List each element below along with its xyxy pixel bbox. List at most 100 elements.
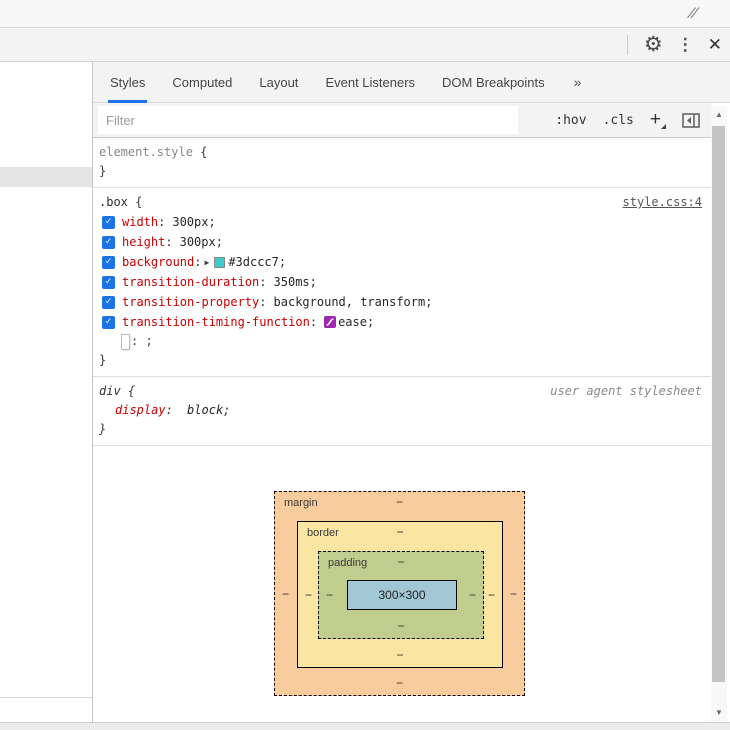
css-property-row-width[interactable]: ✓ width: 300px; bbox=[99, 212, 706, 232]
devtools-panel: Styles Computed Layout Event Listeners D… bbox=[92, 62, 730, 722]
margin-label: margin bbox=[284, 497, 318, 509]
padding-top-value[interactable]: − bbox=[397, 555, 404, 569]
margin-top-value[interactable]: − bbox=[396, 495, 403, 509]
property-value[interactable]: #3dccc7 bbox=[228, 253, 279, 272]
checkmark-icon: ✓ bbox=[105, 256, 112, 267]
margin-left-value[interactable]: − bbox=[282, 587, 289, 601]
resize-handle-icon[interactable]: ⁄⁄ bbox=[689, 5, 714, 23]
more-options-icon[interactable]: ⋮ bbox=[677, 35, 694, 55]
property-value[interactable]: 300px bbox=[180, 233, 216, 252]
property-name[interactable]: transition-timing-function bbox=[122, 313, 310, 332]
property-checkbox[interactable]: ✓ bbox=[102, 235, 115, 249]
checkmark-icon: ✓ bbox=[105, 276, 112, 287]
close-devtools-icon[interactable]: ✕ bbox=[708, 35, 722, 55]
border-label: border bbox=[307, 527, 339, 539]
property-checkbox[interactable]: ✓ bbox=[102, 295, 115, 309]
border-bottom-value[interactable]: − bbox=[396, 648, 403, 662]
scroll-up-arrow-icon[interactable]: ▲ bbox=[711, 106, 727, 122]
new-style-rule-button[interactable]: + bbox=[650, 109, 667, 131]
expand-arrow-icon[interactable]: ▶ bbox=[204, 253, 209, 272]
css-property-row-transition-duration[interactable]: ✓ transition-duration: 350ms; bbox=[99, 272, 706, 292]
bezier-editor-icon[interactable] bbox=[324, 316, 337, 328]
tab-computed-label: Computed bbox=[172, 74, 233, 90]
border-right-value[interactable]: − bbox=[488, 588, 495, 602]
tab-styles[interactable]: Styles bbox=[108, 62, 148, 103]
new-property-editor[interactable]: : ; bbox=[99, 332, 706, 351]
tab-dom-breakpoints[interactable]: DOM Breakpoints bbox=[442, 62, 545, 103]
property-value[interactable]: background, transform bbox=[274, 293, 426, 312]
scroll-down-arrow-icon[interactable]: ▼ bbox=[711, 704, 727, 720]
scrollbar-thumb[interactable] bbox=[712, 126, 725, 682]
user-agent-stylesheet-label: user agent stylesheet bbox=[550, 384, 702, 398]
property-name[interactable]: background bbox=[122, 253, 194, 272]
property-checkbox[interactable]: ✓ bbox=[102, 255, 115, 269]
box-model-content[interactable]: 300×300 bbox=[347, 580, 457, 610]
toggle-class-button[interactable]: .cls bbox=[603, 113, 634, 128]
box-rule-selector[interactable]: .box bbox=[99, 195, 128, 209]
tab-event-listeners[interactable]: Event Listeners bbox=[325, 62, 415, 103]
property-checkbox[interactable]: ✓ bbox=[102, 275, 115, 289]
tab-overflow-chevron-icon[interactable]: » bbox=[574, 74, 582, 90]
box-rule-section: .box { style.css:4 ✓ width: 300px; ✓ hei… bbox=[93, 188, 712, 377]
tab-dom-breakpoints-label: DOM Breakpoints bbox=[442, 74, 545, 90]
box-model-diagram: margin − − − − border − − − − padding − … bbox=[93, 446, 712, 716]
element-style-section[interactable]: element.style { } bbox=[93, 138, 712, 188]
page-element-highlight bbox=[0, 167, 92, 187]
devtools-tabbar: Styles Computed Layout Event Listeners D… bbox=[93, 62, 730, 103]
user-agent-rule-section: div { user agent stylesheet display: blo… bbox=[93, 377, 712, 446]
color-swatch[interactable] bbox=[214, 256, 226, 268]
css-property-row-background[interactable]: ✓ background: ▶ #3dccc7; bbox=[99, 252, 706, 272]
new-property-text: : ; bbox=[131, 334, 153, 348]
tab-styles-label: Styles bbox=[110, 74, 146, 90]
window-top-strip: ⁄⁄ bbox=[0, 0, 730, 28]
toolbar-separator bbox=[626, 34, 628, 55]
page-content-pane bbox=[0, 62, 92, 722]
padding-left-value[interactable]: − bbox=[326, 588, 333, 602]
margin-right-value[interactable]: − bbox=[510, 587, 517, 601]
box-model-padding[interactable]: padding − − − − 300×300 bbox=[318, 551, 484, 639]
property-name-edit-field[interactable] bbox=[122, 334, 129, 349]
property-name[interactable]: transition-duration bbox=[122, 273, 259, 292]
property-value[interactable]: 300px bbox=[172, 213, 208, 232]
styles-filter-bar: :hov .cls + bbox=[93, 103, 712, 138]
css-property-row-transition-timing-function[interactable]: ✓ transition-timing-function: ease ; bbox=[99, 312, 706, 332]
element-style-selector: element.style bbox=[99, 145, 193, 159]
padding-right-value[interactable]: − bbox=[469, 588, 476, 602]
box-model-margin[interactable]: margin − − − − border − − − − padding − … bbox=[274, 491, 525, 696]
tab-layout-label: Layout bbox=[259, 74, 299, 90]
padding-bottom-value[interactable]: − bbox=[397, 619, 404, 633]
property-value[interactable]: ease bbox=[338, 313, 367, 332]
property-name[interactable]: transition-property bbox=[122, 293, 259, 312]
filter-input[interactable] bbox=[98, 106, 518, 134]
property-name[interactable]: display bbox=[115, 403, 166, 417]
div-rule-selector[interactable]: div bbox=[99, 384, 121, 398]
css-property-row-transition-property[interactable]: ✓ transition-property: background, trans… bbox=[99, 292, 706, 312]
border-top-value[interactable]: − bbox=[396, 525, 403, 539]
property-value[interactable]: block bbox=[187, 401, 223, 420]
property-checkbox[interactable]: ✓ bbox=[102, 215, 115, 229]
property-value[interactable]: 350ms bbox=[274, 273, 310, 292]
property-checkbox[interactable]: ✓ bbox=[102, 315, 115, 329]
tab-layout[interactable]: Layout bbox=[259, 62, 298, 103]
checkmark-icon: ✓ bbox=[105, 316, 112, 327]
content-size-label: 300×300 bbox=[378, 588, 426, 602]
property-name[interactable]: height bbox=[122, 233, 165, 252]
css-property-row-height[interactable]: ✓ height: 300px; bbox=[99, 232, 706, 252]
checkmark-icon: ✓ bbox=[105, 296, 112, 307]
padding-label: padding bbox=[328, 557, 368, 569]
box-model-border[interactable]: border − − − − padding − − − − 300×300 bbox=[297, 521, 503, 668]
checkmark-icon: ✓ bbox=[105, 236, 112, 247]
tab-computed[interactable]: Computed bbox=[172, 62, 232, 103]
toggle-hover-state-button[interactable]: :hov bbox=[555, 113, 586, 128]
checkmark-icon: ✓ bbox=[105, 216, 112, 227]
devtools-toolbar: ⚙ ⋮ ✕ bbox=[0, 28, 730, 62]
styles-pane: element.style { } .box { style.css:4 ✓ w… bbox=[93, 138, 712, 722]
vertical-scrollbar[interactable]: ▲ ▼ bbox=[711, 106, 727, 722]
page-pane-divider bbox=[0, 697, 92, 698]
sidebar-toggle-icon[interactable] bbox=[682, 112, 700, 128]
stylesheet-source-link[interactable]: style.css:4 bbox=[623, 193, 702, 212]
property-name[interactable]: width bbox=[122, 213, 158, 232]
margin-bottom-value[interactable]: − bbox=[396, 676, 403, 690]
border-left-value[interactable]: − bbox=[305, 588, 312, 602]
settings-gear-icon[interactable]: ⚙ bbox=[644, 34, 663, 55]
